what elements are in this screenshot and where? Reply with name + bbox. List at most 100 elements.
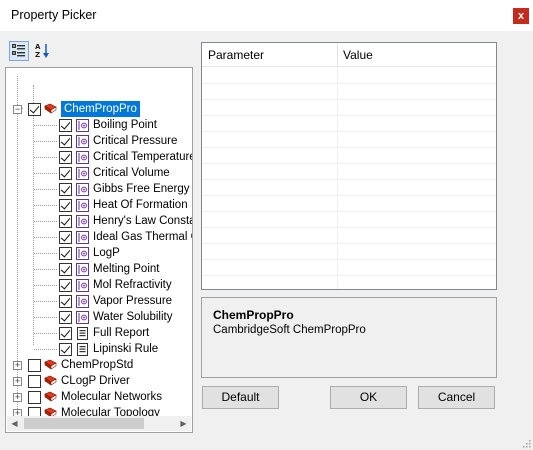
grid-row-line [202,227,496,228]
column-header-parameter[interactable]: Parameter [208,48,264,62]
tree-node-label[interactable]: LogP [93,245,120,261]
tree-node-property[interactable]: Gibbs Free Energy [6,181,192,197]
resize-grip-icon[interactable] [521,440,531,448]
tree-node-property[interactable]: Full Report [6,325,192,341]
tree-node-root[interactable]: − ChemPropPro [6,101,192,117]
module-checkbox[interactable] [28,391,41,404]
tree-node-label[interactable]: Boiling Point [93,117,157,133]
tree-node-property[interactable]: Heat Of Formation [6,197,192,213]
property-checkbox[interactable] [59,199,72,212]
tree-node-label[interactable]: ChemPropStd [61,357,133,373]
property-checkbox[interactable] [59,231,72,244]
tree-node-property[interactable]: Boiling Point [6,117,192,133]
book-icon [44,359,57,370]
tree-node-property[interactable]: Henry's Law Constant [6,213,192,229]
module-checkbox[interactable] [28,375,41,388]
tree-node-property[interactable]: Ideal Gas Thermal Ca [6,229,192,245]
column-header-value[interactable]: Value [343,48,373,62]
tree-node-module[interactable]: + Molecular Networks [6,389,192,405]
property-checkbox[interactable] [59,343,72,356]
default-button[interactable]: Default [202,386,279,409]
parameter-grid[interactable]: Parameter Value [201,42,497,290]
cancel-button[interactable]: Cancel [418,386,495,409]
description-panel: ChemPropPro CambridgeSoft ChemPropPro [201,297,497,378]
collapse-toggle[interactable]: − [13,105,22,114]
tree-node-label[interactable]: Heat Of Formation [93,197,188,213]
property-checkbox[interactable] [59,263,72,276]
tree-node-label[interactable]: Mol Refractivity [93,277,172,293]
tree-node-property[interactable]: Vapor Pressure [6,293,192,309]
tree-node-label[interactable]: Melting Point [93,261,159,277]
property-checkbox[interactable] [59,151,72,164]
expand-toggle[interactable]: + [13,377,22,386]
property-checkbox[interactable] [59,295,72,308]
tree-node-property[interactable]: Critical Pressure [6,133,192,149]
tree-node-label[interactable]: CLogP Driver [61,373,130,389]
tree-toolbar: A Z [5,37,193,66]
property-icon [76,295,89,308]
module-checkbox[interactable] [28,359,41,372]
grid-row-line [202,115,496,116]
scroll-thumb[interactable] [24,418,144,429]
tree-node-label[interactable]: Critical Pressure [93,133,177,149]
property-icon [76,135,89,148]
property-icon [76,231,89,244]
column-separator [337,43,338,67]
property-icon [76,167,89,180]
pane-splitter[interactable] [195,37,198,433]
scroll-left-arrow-icon[interactable]: ◀ [7,416,22,431]
tree-node-property[interactable]: Critical Temperature [6,149,192,165]
property-checkbox[interactable] [59,215,72,228]
tree-node-property[interactable]: Melting Point [6,261,192,277]
tree-node-label[interactable]: Ideal Gas Thermal Ca [93,229,192,245]
expand-toggle[interactable]: + [13,393,22,402]
tree-node-label[interactable]: Vapor Pressure [93,293,172,309]
property-checkbox[interactable] [59,279,72,292]
grid-row-line [202,163,496,164]
grid-row-line [202,131,496,132]
property-checkbox[interactable] [59,327,72,340]
grid-row-line [202,275,496,276]
grid-row-line [202,259,496,260]
tree-node-label[interactable]: Water Solubility [93,309,172,325]
svg-text:A: A [35,43,41,51]
property-checkbox[interactable] [59,167,72,180]
horizontal-scrollbar[interactable]: ◀ ▶ [7,416,191,431]
tree-node-property[interactable]: Mol Refractivity [6,277,192,293]
ok-button[interactable]: OK [330,386,407,409]
tree-node-module[interactable]: + ChemPropStd [6,357,192,373]
scroll-right-arrow-icon[interactable]: ▶ [176,416,191,431]
tree-node-property[interactable]: Lipinski Rule [6,341,192,357]
property-icon [76,311,89,324]
report-icon [77,327,88,340]
property-checkbox[interactable] [59,247,72,260]
tree-node-property[interactable]: Critical Volume [6,165,192,181]
tree-node-label[interactable]: Full Report [93,325,149,341]
tree-node-property[interactable]: Water Solubility [6,309,192,325]
tree-node-root-label[interactable]: ChemPropPro [61,101,140,117]
alphabetical-sort-button[interactable]: A Z [33,41,53,61]
tree-node-module[interactable]: + CLogP Driver [6,373,192,389]
close-button[interactable]: x [513,8,529,24]
tree-node-label[interactable]: Gibbs Free Energy [93,181,190,197]
tree-node-label[interactable]: Henry's Law Constant [93,213,192,229]
property-tree[interactable]: − ChemPropPro Boiling Point Critical Pres… [5,67,193,433]
property-checkbox[interactable] [59,311,72,324]
expand-toggle[interactable]: + [13,361,22,370]
property-checkbox[interactable] [59,135,72,148]
tree-node-label[interactable]: Molecular Networks [61,389,162,405]
root-checkbox[interactable] [28,103,41,116]
property-checkbox[interactable] [59,183,72,196]
tree-node-label[interactable]: Critical Temperature [93,149,192,165]
tree-node-label[interactable]: Lipinski Rule [93,341,158,357]
tree-node-label[interactable]: Critical Volume [93,165,170,181]
description-title: ChemPropPro [213,308,294,322]
property-icon [76,247,89,260]
categorized-view-button[interactable] [9,41,29,61]
tree-node-property[interactable]: LogP [6,245,192,261]
grid-row-line [202,147,496,148]
property-icon [76,183,89,196]
property-checkbox[interactable] [59,119,72,132]
grid-row-line [202,243,496,244]
property-icon [76,119,89,132]
